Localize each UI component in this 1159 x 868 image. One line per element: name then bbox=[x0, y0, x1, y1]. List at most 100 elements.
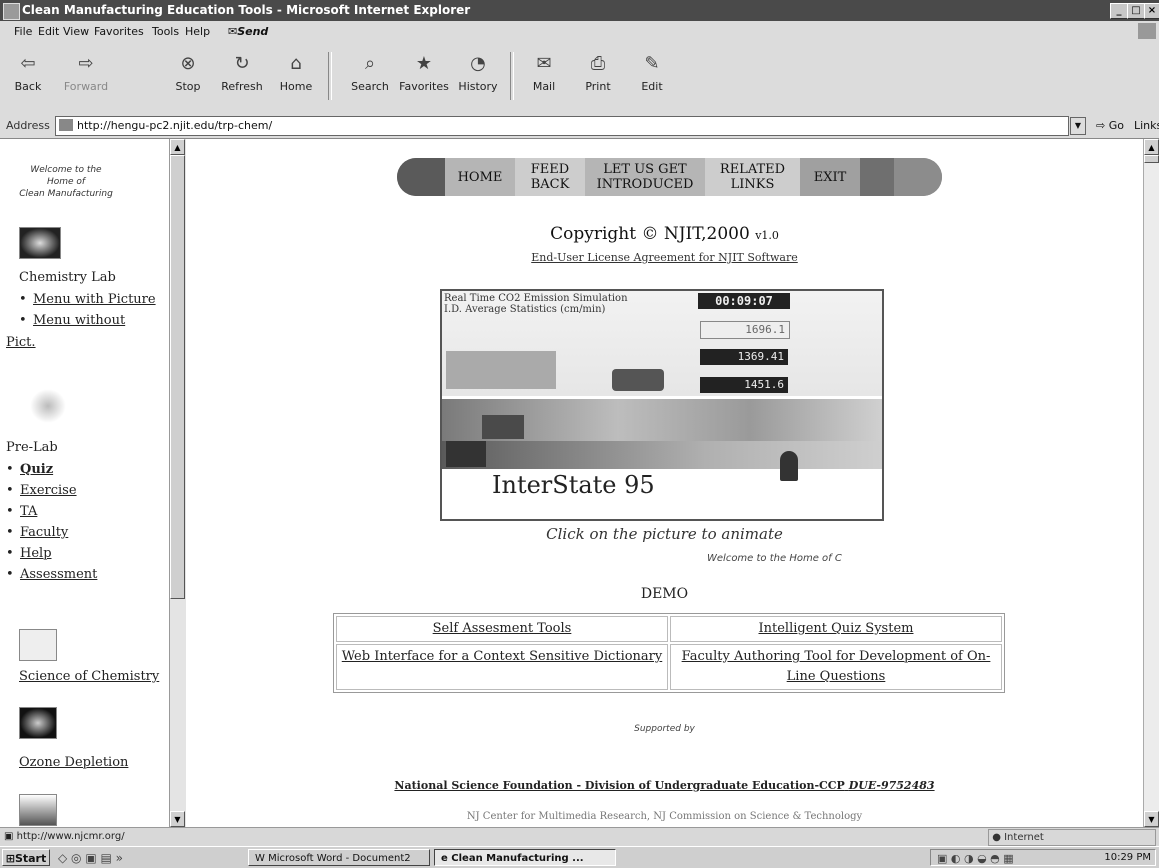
edit-button[interactable]: ✎ Edit bbox=[626, 48, 678, 106]
menu-send[interactable]: ✉Send bbox=[228, 25, 268, 38]
stop-icon: ⊗ bbox=[180, 53, 196, 74]
address-dropdown-button[interactable]: ▼ bbox=[1070, 117, 1086, 135]
eula-link[interactable]: End-User License Agreement for NJIT Soft… bbox=[186, 251, 1143, 264]
context-dictionary-link[interactable]: Web Interface for a Context Sensitive Di… bbox=[342, 649, 662, 664]
links-button[interactable]: Links bbox=[1134, 119, 1159, 132]
ta-link[interactable]: TA bbox=[20, 504, 37, 519]
taskbar-browser-window[interactable]: e Clean Manufacturing ... bbox=[434, 849, 616, 866]
home-icon: ⌂ bbox=[290, 53, 302, 74]
search-button[interactable]: ⌕ Search bbox=[344, 48, 396, 106]
faculty-link[interactable]: Faculty bbox=[20, 525, 68, 540]
main-navigation-bar: HOME FEED BACK LET US GET INTRODUCED RELAT… bbox=[397, 158, 942, 196]
nav-exit-button[interactable]: EXIT bbox=[800, 158, 860, 196]
next-section-image[interactable] bbox=[19, 794, 57, 826]
table-row: Web Interface for a Context Sensitive Di… bbox=[336, 644, 1002, 690]
quick-launch-icons[interactable]: ◇ ◎ ▣ ▤ » bbox=[58, 851, 123, 865]
address-label: Address bbox=[6, 119, 50, 132]
menu-favorites[interactable]: Favorites bbox=[94, 25, 144, 38]
search-icon: ⌕ bbox=[364, 53, 376, 74]
list-item: • Exercise bbox=[6, 483, 77, 498]
print-button[interactable]: ⎙ Print bbox=[572, 48, 624, 106]
toolbar-separator bbox=[328, 52, 332, 100]
taskbar-word-document[interactable]: W Microsoft Word - Document2 bbox=[248, 849, 430, 866]
list-item: • Faculty bbox=[6, 525, 69, 540]
status-bar: ▣ http://www.njcmr.org/ ● Internet bbox=[0, 827, 1159, 847]
pre-lab-heading: Pre-Lab bbox=[6, 440, 58, 455]
emission-simulation-picture[interactable]: Real Time CO2 Emission Simulation I.D. A… bbox=[440, 289, 884, 521]
scroll-down-button[interactable]: ▼ bbox=[170, 811, 185, 827]
menu-edit[interactable]: Edit bbox=[38, 25, 59, 38]
maximize-button[interactable]: □ bbox=[1127, 3, 1145, 19]
faculty-authoring-tool-link[interactable]: Faculty Authoring Tool for Development o… bbox=[682, 649, 991, 684]
list-item: • TA bbox=[6, 504, 38, 519]
self-assessment-tools-link[interactable]: Self Assesment Tools bbox=[433, 621, 572, 636]
scroll-thumb[interactable] bbox=[1144, 155, 1159, 163]
left-frame-scrollbar[interactable]: ▲ ▼ bbox=[169, 139, 186, 827]
demo-links-table: Self Assesment Tools Intelligent Quiz Sy… bbox=[333, 613, 1005, 693]
pre-lab-image[interactable] bbox=[30, 389, 66, 423]
help-link[interactable]: Help bbox=[20, 546, 52, 561]
left-navigation-frame: Welcome to the Home of Clean Manufacturi… bbox=[0, 139, 169, 827]
partner-credit-text: NJ Center for Multimedia Research, NJ Co… bbox=[466, 811, 863, 822]
table-cell: Intelligent Quiz System bbox=[670, 616, 1002, 642]
tray-icons[interactable]: ▣ ◐ ◑ ◒ ◓ ▦ bbox=[937, 852, 1014, 865]
close-button[interactable]: × bbox=[1144, 3, 1159, 19]
ozone-depletion-image[interactable] bbox=[19, 707, 57, 739]
menu-help[interactable]: Help bbox=[185, 25, 210, 38]
address-input[interactable]: http://hengu-pc2.njit.edu/trp-chem/ bbox=[55, 116, 1069, 136]
favorites-button[interactable]: ★ Favorites bbox=[398, 48, 450, 106]
table-cell: Self Assesment Tools bbox=[336, 616, 668, 642]
send-icon: ✉ bbox=[228, 25, 238, 38]
edit-icon: ✎ bbox=[644, 53, 660, 74]
ie-logo-icon bbox=[1138, 23, 1156, 39]
stop-button[interactable]: ⊗ Stop bbox=[162, 48, 214, 106]
nav-related-links-button[interactable]: RELATED LINKS bbox=[705, 158, 800, 196]
go-button[interactable]: ⇨ Go bbox=[1096, 119, 1124, 132]
main-frame-scrollbar[interactable]: ▲ ▼ bbox=[1143, 139, 1159, 827]
menu-with-picture-link[interactable]: Menu with Picture bbox=[33, 292, 156, 307]
refresh-button[interactable]: ↻ Refresh bbox=[216, 48, 268, 106]
minimize-button[interactable]: _ bbox=[1110, 3, 1128, 19]
menu-view[interactable]: View bbox=[63, 25, 89, 38]
exercise-link[interactable]: Exercise bbox=[20, 483, 77, 498]
scroll-up-button[interactable]: ▲ bbox=[170, 139, 185, 155]
nav-introduced-button[interactable]: LET US GET INTRODUCED bbox=[585, 158, 705, 196]
send-label: Send bbox=[237, 25, 269, 38]
menu-without-picture-link-cont[interactable]: Pict. bbox=[6, 335, 36, 350]
mail-button[interactable]: ✉ Mail bbox=[518, 48, 570, 106]
quiz-link[interactable]: Quiz bbox=[20, 462, 53, 477]
system-tray: ▣ ◐ ◑ ◒ ◓ ▦ 10:29 PM bbox=[930, 849, 1156, 866]
science-of-chemistry-image[interactable] bbox=[19, 629, 57, 661]
chemistry-lab-heading: Chemistry Lab bbox=[19, 270, 116, 285]
scroll-up-button[interactable]: ▲ bbox=[1144, 139, 1159, 155]
scroll-down-button[interactable]: ▼ bbox=[1144, 811, 1159, 827]
assessment-link[interactable]: Assessment bbox=[20, 567, 97, 582]
highway-lane-graphic bbox=[442, 441, 882, 469]
nav-left-cap bbox=[397, 158, 445, 196]
intelligent-quiz-system-link[interactable]: Intelligent Quiz System bbox=[759, 621, 914, 636]
menu-file[interactable]: File bbox=[14, 25, 32, 38]
welcome-marquee: Welcome to the Home of C bbox=[707, 553, 842, 564]
forward-arrow-icon: ⇨ bbox=[78, 53, 94, 74]
menu-without-picture-link[interactable]: Menu without bbox=[33, 313, 125, 328]
nav-home-button[interactable]: HOME bbox=[445, 158, 515, 196]
scroll-thumb[interactable] bbox=[170, 155, 185, 599]
forward-button[interactable]: ⇨ Forward bbox=[60, 48, 112, 106]
simulation-reading: 1369.41 bbox=[700, 349, 788, 365]
ozone-depletion-link[interactable]: Ozone Depletion bbox=[19, 755, 128, 770]
menu-tools[interactable]: Tools bbox=[152, 25, 179, 38]
science-of-chemistry-link[interactable]: Science of Chemistry bbox=[19, 669, 159, 684]
nav-feedback-button[interactable]: FEED BACK bbox=[515, 158, 585, 196]
nsf-credit-link[interactable]: National Science Foundation - Division o… bbox=[186, 779, 1143, 792]
back-button[interactable]: ⇦ Back bbox=[2, 48, 54, 106]
start-button[interactable]: ⊞Start bbox=[2, 849, 50, 866]
printer-icon: ⎙ bbox=[590, 53, 606, 74]
page-icon: ▣ bbox=[4, 831, 14, 842]
history-button[interactable]: ◔ History bbox=[452, 48, 504, 106]
chemistry-lab-image[interactable] bbox=[19, 227, 61, 259]
go-arrow-icon: ⇨ bbox=[1096, 119, 1106, 132]
home-button[interactable]: ⌂ Home bbox=[270, 48, 322, 106]
list-item: • Assessment bbox=[6, 567, 98, 582]
back-arrow-icon: ⇦ bbox=[20, 53, 36, 74]
left-welcome-text: Welcome to the Home of Clean Manufacturi… bbox=[19, 165, 113, 199]
